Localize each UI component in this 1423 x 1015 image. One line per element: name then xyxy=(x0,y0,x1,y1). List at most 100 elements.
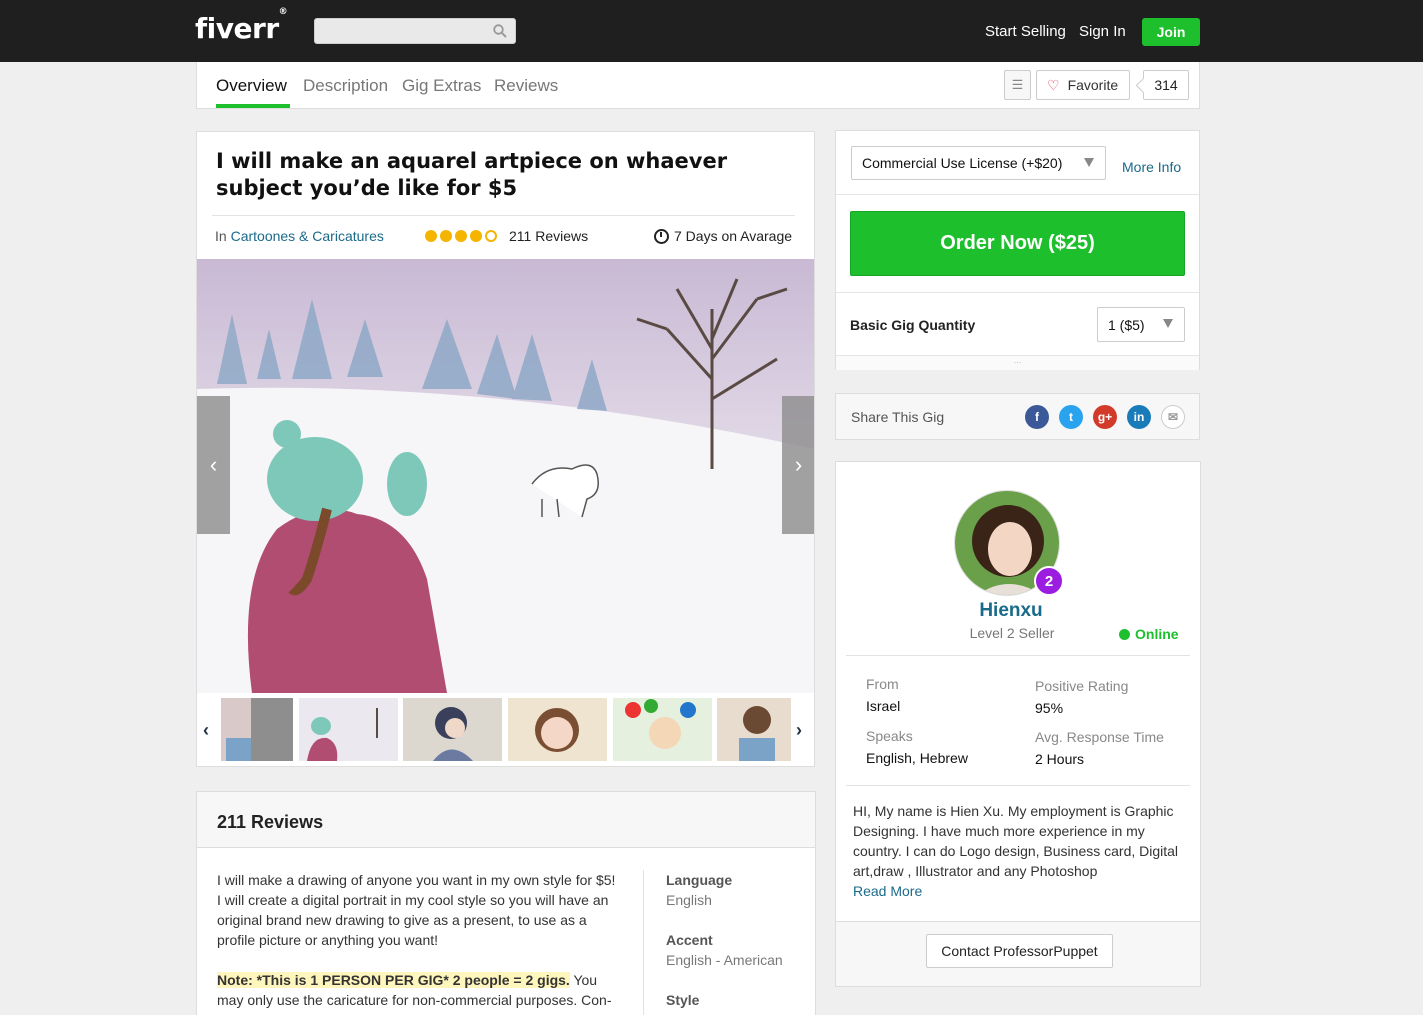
attr-value-accent: English - American xyxy=(666,952,783,968)
linkedin-icon[interactable]: in xyxy=(1127,405,1151,429)
from-value: Israel xyxy=(866,698,901,714)
positive-rating-value: 95% xyxy=(1035,700,1064,716)
thumbnail[interactable] xyxy=(221,698,293,761)
search-input[interactable] xyxy=(314,18,516,44)
thumbs-prev-button[interactable]: ‹ xyxy=(203,720,209,741)
note-highlight: Note: *This is 1 PERSON PER GIG* 2 peopl… xyxy=(217,972,570,988)
chevron-left-icon: ‹ xyxy=(209,452,218,477)
tab-gig-extras[interactable]: Gig Extras xyxy=(402,76,481,96)
menu-button[interactable]: ☰ xyxy=(1004,70,1031,100)
order-panel: Commercial Use License (+$20) More Info … xyxy=(835,130,1200,370)
expand-handle-dots: ... xyxy=(1013,355,1022,365)
more-info-link[interactable]: More Info xyxy=(1122,159,1181,175)
star-icon xyxy=(455,230,467,242)
quantity-label: Basic Gig Quantity xyxy=(850,317,976,333)
thumbnail[interactable] xyxy=(403,698,502,761)
dropdown-arrow-icon xyxy=(1084,158,1094,167)
seller-bio: HI, My name is Hien Xu. My employment is… xyxy=(853,801,1183,901)
gallery-prev-button[interactable]: ‹ xyxy=(197,396,230,534)
search-icon[interactable] xyxy=(493,24,507,38)
gig-description: I will make a drawing of anyone you want… xyxy=(217,870,622,1015)
speaks-label: Speaks xyxy=(866,728,913,744)
tab-reviews[interactable]: Reviews xyxy=(494,76,558,96)
thumbnail[interactable] xyxy=(299,698,398,761)
heart-icon: ♡ xyxy=(1047,76,1060,93)
quantity-select[interactable]: 1 ($5) xyxy=(1097,307,1185,342)
reviews-count[interactable]: 211 Reviews xyxy=(509,228,588,244)
license-value: Commercial Use License (+$20) xyxy=(862,155,1063,171)
divider xyxy=(836,194,1199,195)
fiverr-logo[interactable]: fiverr® xyxy=(195,7,288,45)
tab-description[interactable]: Description xyxy=(303,76,388,96)
thumbs-next-button[interactable]: › xyxy=(796,720,802,741)
hamburger-icon: ☰ xyxy=(1011,77,1024,92)
sign-in-link[interactable]: Sign In xyxy=(1079,23,1126,40)
quantity-value: 1 ($5) xyxy=(1108,317,1145,333)
online-status: Online xyxy=(1119,626,1179,642)
favorite-button[interactable]: ♡ Favorite xyxy=(1036,70,1130,100)
google-plus-icon[interactable]: g+ xyxy=(1093,405,1117,429)
attr-value-language: English xyxy=(666,892,712,908)
email-icon[interactable]: ✉ xyxy=(1161,405,1185,429)
star-icon xyxy=(440,230,452,242)
dropdown-arrow-icon xyxy=(1163,319,1173,328)
description-paragraph: I will make a drawing of anyone you want… xyxy=(217,872,616,948)
category-prefix: In xyxy=(215,228,227,244)
read-more-link[interactable]: Read More xyxy=(853,883,922,899)
online-dot-icon xyxy=(1119,628,1130,640)
gig-gallery-main-image[interactable]: ‹ › xyxy=(197,259,814,693)
seller-footer: Contact ProfessorPuppet xyxy=(836,921,1200,986)
speaks-value: English, Hebrew xyxy=(866,750,968,766)
clock-icon xyxy=(654,228,669,244)
thumbnail[interactable] xyxy=(613,698,712,761)
gig-category: In Cartoones & Caricatures xyxy=(215,228,384,244)
description-note-paragraph: Note: *This is 1 PERSON PER GIG* 2 peopl… xyxy=(217,970,622,1010)
divider xyxy=(643,870,644,1015)
reviews-section: 211 Reviews I will make a drawing of any… xyxy=(196,791,816,1015)
share-panel: Share This Gig f t g+ in ✉ xyxy=(835,393,1200,440)
bio-text: HI, My name is Hien Xu. My employment is… xyxy=(853,803,1179,879)
share-label: Share This Gig xyxy=(851,409,945,425)
contact-seller-button[interactable]: Contact ProfessorPuppet xyxy=(926,934,1113,968)
expand-handle[interactable]: ... xyxy=(836,355,1199,370)
reviews-heading: 211 Reviews xyxy=(197,792,815,848)
join-button[interactable]: Join xyxy=(1142,18,1200,46)
chevron-left-icon: ‹ xyxy=(203,720,209,740)
favorite-count: 314 xyxy=(1143,70,1189,100)
from-label: From xyxy=(866,676,899,692)
divider xyxy=(846,785,1190,786)
share-icons: f t g+ in ✉ xyxy=(1025,405,1185,429)
chevron-right-icon: › xyxy=(794,452,803,477)
order-now-button[interactable]: Order Now ($25) xyxy=(850,211,1185,276)
gallery-next-button[interactable]: › xyxy=(782,396,814,534)
response-time-label: Avg. Response Time xyxy=(1035,729,1164,745)
thumbnail[interactable] xyxy=(508,698,607,761)
gallery-thumbnails: ‹ › xyxy=(197,698,814,762)
attr-label-language: Language xyxy=(666,872,733,888)
star-icon xyxy=(470,230,482,242)
attr-label-accent: Accent xyxy=(666,932,713,948)
chevron-right-icon: › xyxy=(796,720,802,740)
twitter-icon[interactable]: t xyxy=(1059,405,1083,429)
divider xyxy=(212,215,795,216)
seller-panel: 2 Hienxu Level 2 Seller Online From Isra… xyxy=(835,461,1201,987)
level-badge: 2 xyxy=(1034,566,1064,596)
logo-mark: ® xyxy=(278,6,288,17)
gig-subnav: Overview Description Gig Extras Reviews … xyxy=(196,62,1200,109)
facebook-icon[interactable]: f xyxy=(1025,405,1049,429)
response-time-value: 2 Hours xyxy=(1035,751,1085,767)
seller-name[interactable]: Hienxu xyxy=(836,600,1186,622)
star-empty-icon xyxy=(485,230,497,242)
star-icon xyxy=(425,230,437,242)
category-link[interactable]: Cartoones & Caricatures xyxy=(231,228,384,244)
start-selling-link[interactable]: Start Selling xyxy=(985,23,1066,40)
gig-title: I will make an aquarel artpiece on whaev… xyxy=(216,149,728,200)
online-label: Online xyxy=(1135,626,1179,642)
logo-text: fiverr xyxy=(195,12,279,45)
license-select[interactable]: Commercial Use License (+$20) xyxy=(851,146,1106,180)
gig-card: I will make an aquarel artpiece on whaev… xyxy=(196,131,815,767)
thumbnail[interactable] xyxy=(717,698,791,761)
gig-attributes: Language English Accent English - Americ… xyxy=(666,870,806,1015)
attr-label-style: Style xyxy=(666,992,700,1008)
tab-overview[interactable]: Overview xyxy=(216,76,287,96)
